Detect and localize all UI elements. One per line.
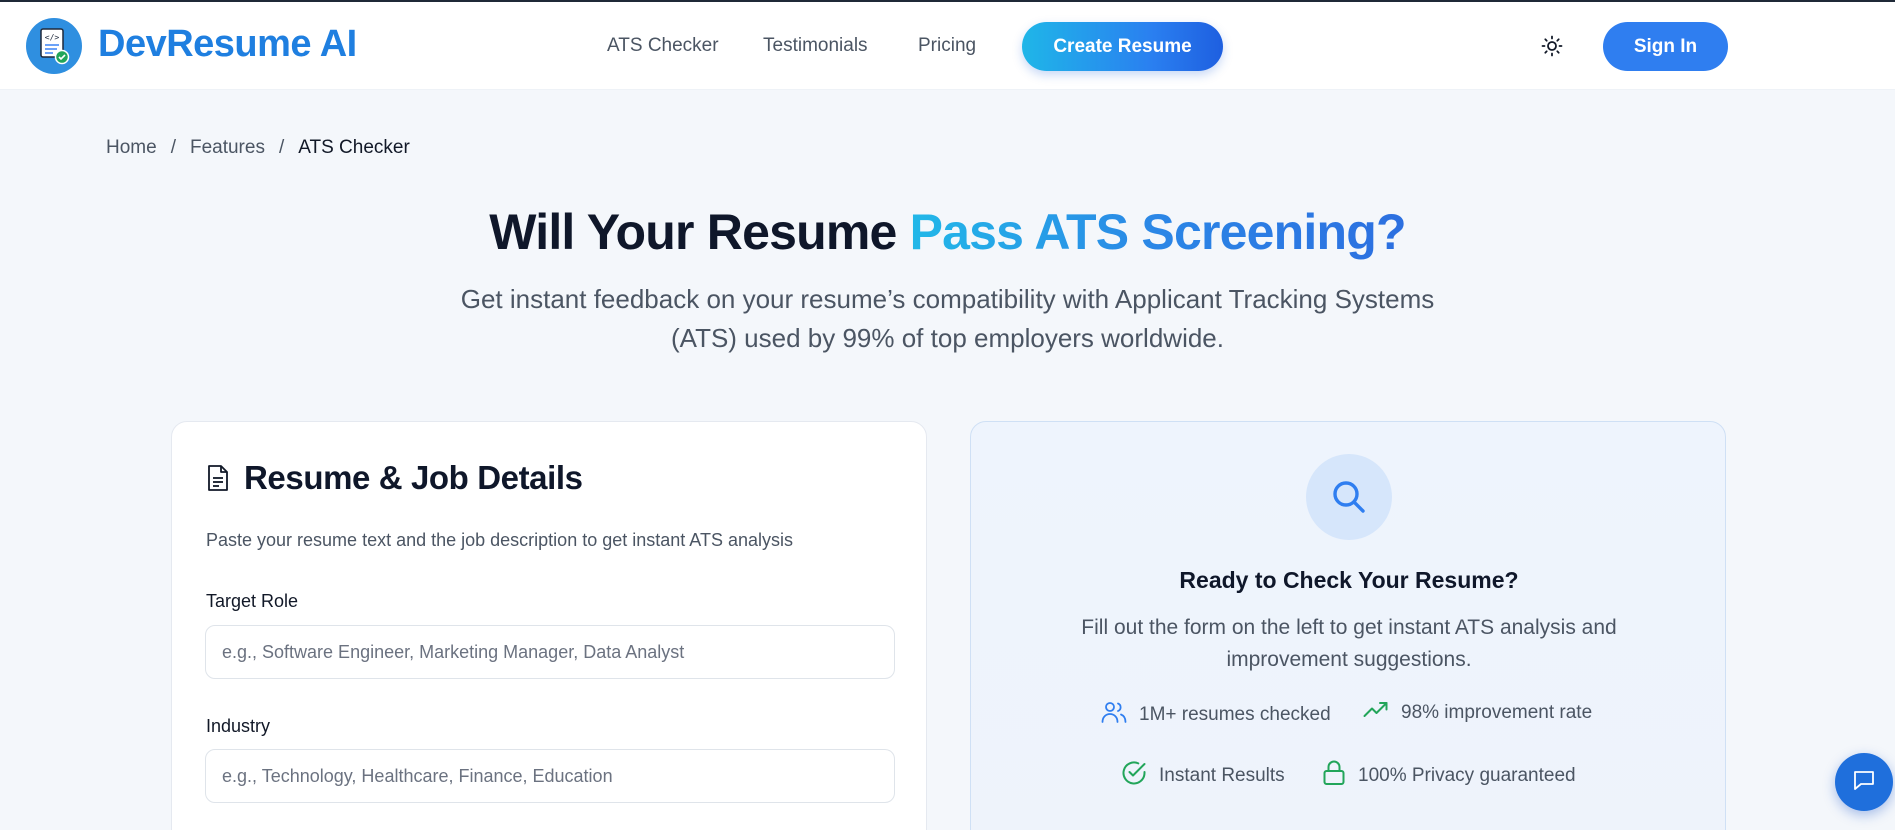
sign-in-button[interactable]: Sign In — [1603, 22, 1728, 71]
stat-improvement-rate: 98% improvement rate — [1363, 700, 1592, 726]
target-role-input[interactable] — [205, 625, 895, 679]
stat-text: 100% Privacy guaranteed — [1358, 765, 1576, 786]
results-placeholder-card: Ready to Check Your Resume? Fill out the… — [970, 421, 1726, 830]
stat-text: 1M+ resumes checked — [1139, 704, 1331, 725]
breadcrumb-features[interactable]: Features — [190, 137, 265, 159]
title-accent: Pass ATS Screening? — [909, 204, 1407, 260]
stat-text: Instant Results — [1159, 765, 1285, 786]
page-subtitle: Get instant feedback on your resume’s co… — [460, 284, 1435, 353]
chat-icon — [1852, 768, 1876, 797]
nav-testimonials[interactable]: Testimonials — [763, 35, 868, 57]
chat-button[interactable] — [1835, 753, 1893, 811]
form-card-title: Resume & Job Details — [244, 459, 583, 496]
stat-instant-results: Instant Results — [1121, 760, 1285, 792]
stat-text: 98% improvement rate — [1401, 702, 1593, 723]
title-plain: Will Your Resume — [489, 204, 897, 260]
results-card-title: Ready to Check Your Resume? — [1179, 567, 1519, 593]
stat-resumes-checked: 1M+ resumes checked — [1101, 700, 1331, 730]
breadcrumb-separator: / — [278, 137, 285, 158]
stat-privacy: 100% Privacy guaranteed — [1322, 760, 1576, 792]
document-icon — [206, 464, 230, 492]
lock-icon — [1322, 760, 1346, 792]
create-resume-button[interactable]: Create Resume — [1022, 22, 1223, 71]
nav-pricing[interactable]: Pricing — [918, 35, 976, 57]
users-icon — [1101, 700, 1127, 730]
breadcrumb-home[interactable]: Home — [106, 137, 157, 159]
breadcrumb: Home / Features / ATS Checker — [106, 137, 410, 159]
top-navbar: </> DevResume AI ATS Checker Testimonial… — [0, 2, 1895, 90]
svg-text:</>: </> — [45, 33, 60, 42]
trending-up-icon — [1363, 700, 1389, 726]
industry-input[interactable] — [205, 749, 895, 803]
brand-name[interactable]: DevResume AI — [98, 22, 357, 66]
nav-ats-checker[interactable]: ATS Checker — [607, 35, 719, 57]
page-title: Will Your Resume Pass ATS Screening? — [0, 202, 1895, 262]
breadcrumb-separator: / — [170, 137, 176, 158]
form-card-description: Paste your resume text and the job descr… — [206, 530, 793, 550]
resume-form-card: Resume & Job Details Paste your resume t… — [171, 421, 927, 830]
breadcrumb-current: ATS Checker — [298, 137, 410, 158]
results-card-description: Fill out the form on the left to get ins… — [1081, 616, 1617, 671]
target-role-label: Target Role — [206, 591, 299, 611]
industry-label: Industry — [206, 716, 271, 736]
search-icon — [1306, 454, 1392, 540]
sun-icon[interactable] — [1540, 34, 1564, 58]
resume-check-icon[interactable]: </> — [26, 18, 82, 74]
check-circle-icon — [1121, 760, 1147, 792]
